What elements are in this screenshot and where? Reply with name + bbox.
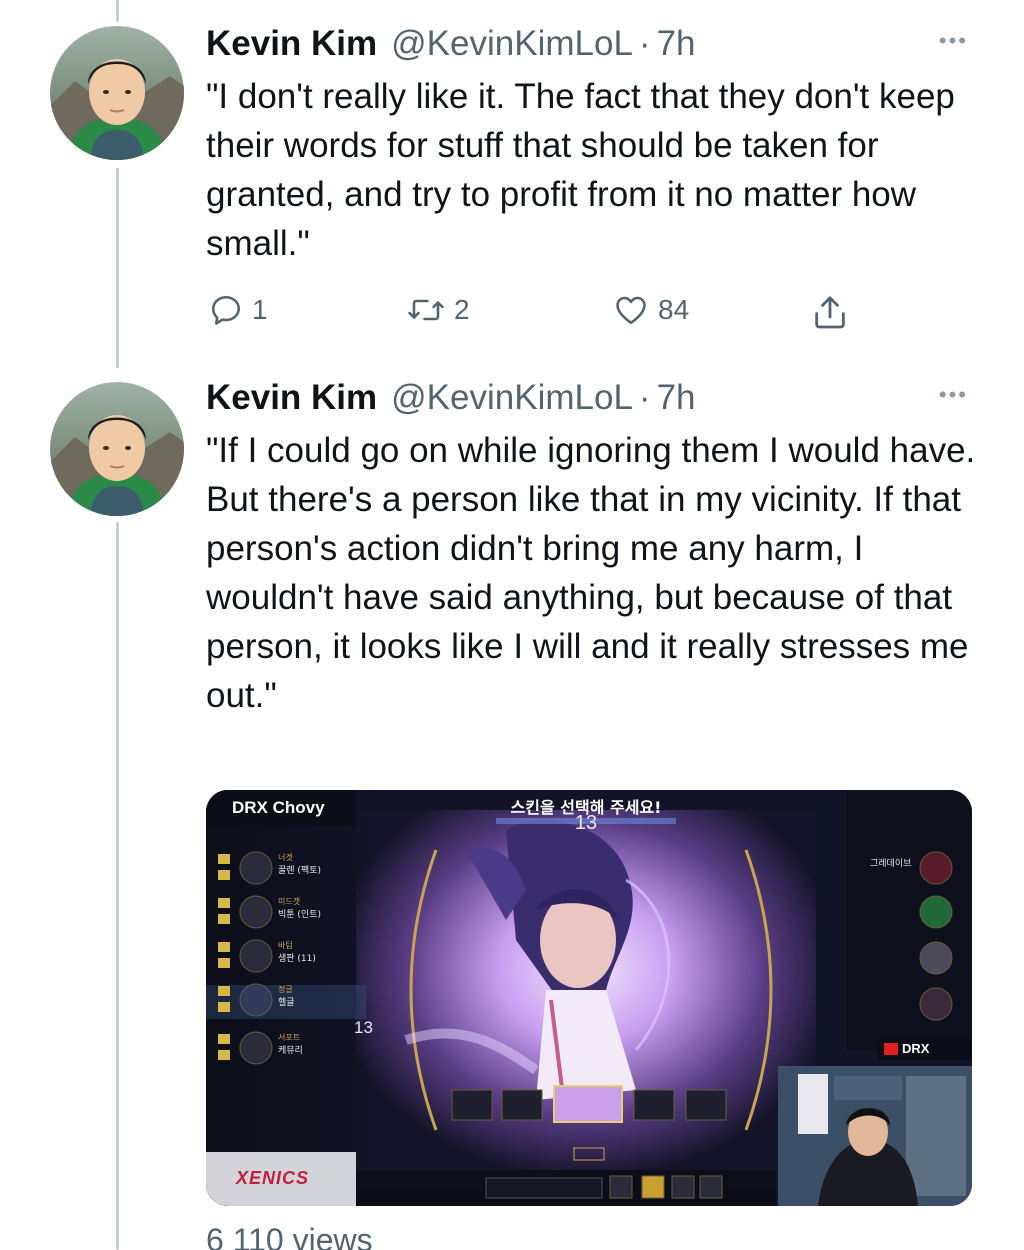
player-role: 바텀 [278, 941, 293, 950]
tweet-header: Kevin Kim @KevinKimLoL · 7h [206, 24, 996, 64]
tweet-media-image[interactable]: DRX Chovy 스킨을 선택해 주세요! 13 13 너겟 꿀렌 (팩토) … [206, 790, 972, 1206]
share-icon [815, 296, 845, 329]
thread-line-middle [116, 168, 119, 368]
player-name: 케뮤리 [278, 1046, 303, 1056]
tweet[interactable]: Kevin Kim @KevinKimLoL · 7h ••• "I don't… [206, 24, 996, 268]
retweet-count: 2 [454, 294, 470, 325]
timestamp[interactable]: 7h [657, 24, 696, 64]
player-row: 미드겟 빅툰 (인트) [278, 896, 368, 940]
author-handle[interactable]: @KevinKimLoL [391, 378, 633, 418]
retweet-button[interactable]: 2 [406, 292, 470, 328]
share-button[interactable] [810, 292, 850, 332]
separator: · [638, 24, 651, 63]
player-row: 바텀 생판 (11) [278, 940, 368, 984]
champ-select-timer: 13 [574, 812, 598, 834]
view-count: 6 110 views [206, 1222, 373, 1250]
reply-button[interactable]: 1 [208, 292, 268, 328]
timestamp[interactable]: 7h [657, 378, 696, 418]
tweet-text: "If I could go on while ignoring them I … [206, 431, 976, 715]
retweet-icon [408, 299, 444, 321]
player-name: 꿀렌 (팩토) [278, 866, 322, 876]
more-options-icon[interactable]: ••• [939, 28, 968, 54]
like-button[interactable]: 84 [612, 292, 689, 328]
author-name[interactable]: Kevin Kim [206, 24, 377, 64]
player-role: 정글 [278, 985, 293, 994]
heart-icon [616, 296, 646, 325]
player-role: 너겟 [278, 853, 293, 862]
tweet-actions: 1 2 84 [206, 292, 866, 332]
player-role: 미드겟 [278, 897, 301, 906]
player-row: 너겟 꿀렌 (팩토) [278, 852, 368, 896]
tweet-text: "I don't really like it. The fact that t… [206, 77, 955, 263]
tweet[interactable]: Kevin Kim @KevinKimLoL · 7h ••• "If I co… [206, 378, 996, 720]
avatar[interactable] [50, 382, 184, 516]
like-count: 84 [658, 294, 690, 325]
stream-tag: DRX [902, 1041, 930, 1056]
player-name: 빅툰 (인트) [278, 910, 322, 920]
avatar[interactable] [50, 26, 184, 160]
reply-count: 1 [252, 294, 268, 325]
more-options-icon[interactable]: ••• [939, 382, 968, 408]
separator: · [638, 378, 651, 417]
player-role: 서포트 [278, 1033, 301, 1042]
author-name[interactable]: Kevin Kim [206, 378, 377, 418]
tweet-header: Kevin Kim @KevinKimLoL · 7h [206, 378, 996, 418]
left-player-list: 너겟 꿀렌 (팩토) 미드겟 빅툰 (인트) 바텀 생판 (11) 정글 헬글 … [278, 852, 368, 1076]
player-name: 헬글 [278, 998, 295, 1008]
thread-line-bottom [116, 522, 119, 1250]
player-row: 서포트 케뮤리 [278, 1032, 368, 1076]
reply-icon [211, 295, 241, 325]
right-player-label: 그레데이브 [870, 859, 912, 869]
channel-tag: DRX Chovy [232, 798, 325, 817]
player-row: 정글 헬글 [278, 984, 368, 1032]
author-handle[interactable]: @KevinKimLoL [391, 24, 633, 64]
thread-line-top [116, 0, 119, 22]
sponsor-logo: XENICS [236, 1168, 310, 1188]
player-name: 생판 (11) [278, 954, 316, 964]
